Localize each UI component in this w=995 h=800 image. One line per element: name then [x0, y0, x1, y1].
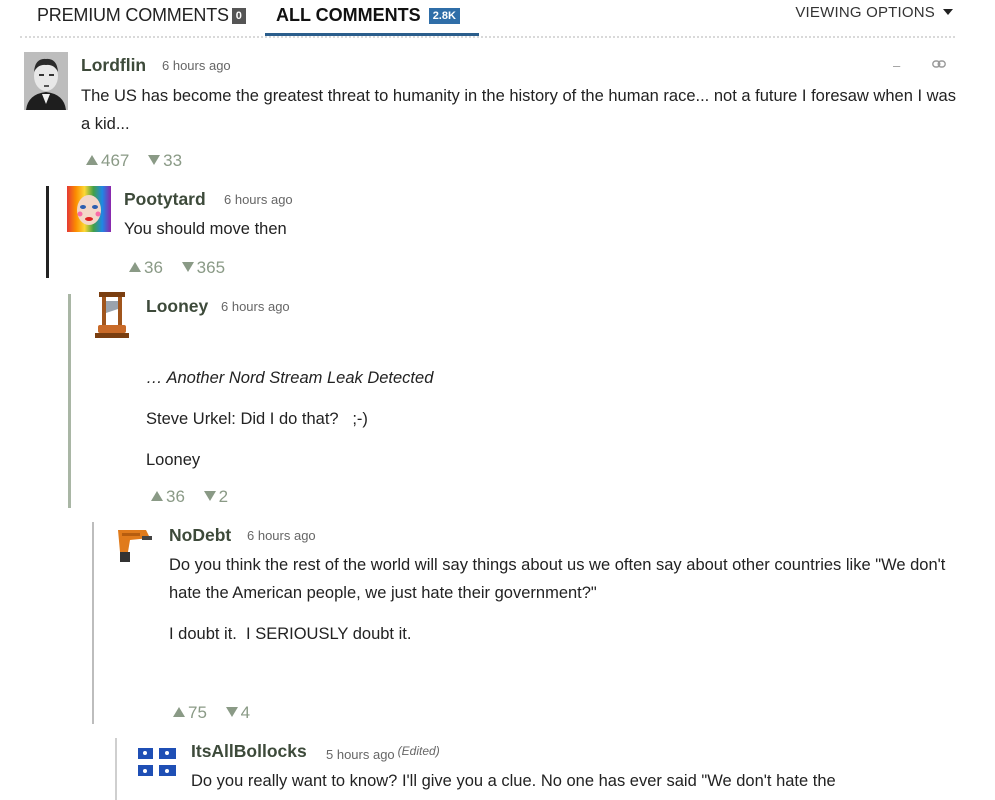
username[interactable]: Looney	[146, 296, 208, 317]
timestamp[interactable]: 6 hours ago	[224, 192, 293, 207]
avatar[interactable]	[136, 744, 180, 780]
thread-line[interactable]	[92, 522, 94, 724]
comment-body: You should move then	[124, 215, 944, 243]
arrow-down-icon	[181, 262, 194, 272]
vote-controls: 36 365	[129, 258, 239, 278]
upvote-button[interactable]: 75	[173, 703, 207, 723]
arrow-down-icon	[203, 491, 216, 501]
collapse-button[interactable]: –	[893, 58, 900, 73]
comment-paragraph: Looney	[146, 451, 201, 469]
username[interactable]: Lordflin	[81, 55, 146, 76]
viewing-options-label: VIEWING OPTIONS	[795, 4, 935, 21]
downvote-count: 33	[163, 151, 183, 170]
comment-body: The US has become the greatest threat to…	[81, 82, 961, 138]
timestamp-link[interactable]: 5 hours ago	[326, 747, 395, 762]
comment-body: Do you really want to know? I'll give yo…	[191, 767, 961, 795]
portrait-avatar-icon	[24, 52, 68, 110]
downvote-button[interactable]: 4	[225, 703, 251, 723]
downvote-count: 4	[240, 703, 251, 722]
tab-premium-label: PREMIUM COMMENTS	[37, 5, 229, 25]
flag-icon	[138, 748, 176, 776]
comment-paragraph: Do you really want to know? I'll give yo…	[191, 772, 836, 790]
tab-all-comments[interactable]: ALL COMMENTS 2.8K	[276, 4, 460, 26]
downvote-button[interactable]: 2	[203, 487, 229, 507]
comment-body: Do you think the rest of the world will …	[169, 551, 959, 648]
vote-controls: 75 4	[173, 703, 264, 723]
upvote-count: 75	[188, 703, 207, 722]
timestamp[interactable]: 6 hours ago	[247, 528, 316, 543]
comment-paragraph: … Another Nord Stream Leak Detected	[146, 369, 434, 387]
guillotine-icon	[95, 292, 129, 338]
rainbow-face-avatar-icon	[67, 186, 111, 232]
thread-line[interactable]	[68, 294, 71, 508]
vote-controls: 467 33	[86, 151, 196, 171]
comment-paragraph: Do you think the rest of the world will …	[169, 556, 946, 602]
upvote-count: 36	[166, 487, 185, 506]
arrow-down-icon	[148, 155, 161, 165]
comment-body: … Another Nord Stream Leak Detected Stev…	[146, 364, 946, 474]
thread-line[interactable]	[46, 186, 49, 278]
nail-gun-icon	[118, 530, 152, 562]
comments-header: PREMIUM COMMENTS 0 ALL COMMENTS 2.8K VIEW…	[0, 0, 995, 40]
arrow-down-icon	[225, 707, 238, 717]
upvote-button[interactable]: 36	[151, 487, 185, 507]
username[interactable]: NoDebt	[169, 525, 231, 546]
arrow-up-icon	[86, 155, 98, 165]
avatar[interactable]	[112, 522, 156, 566]
comment-paragraph: The US has become the greatest threat to…	[81, 87, 956, 133]
chevron-down-icon	[943, 9, 953, 15]
comment-paragraph: You should move then	[124, 220, 287, 238]
premium-count-badge: 0	[231, 8, 246, 24]
tab-premium-comments[interactable]: PREMIUM COMMENTS 0	[37, 4, 246, 26]
downvote-count: 2	[218, 487, 229, 506]
comment-paragraph: I doubt it. I SERIOUSLY doubt it.	[169, 625, 412, 643]
thread-line[interactable]	[115, 738, 117, 800]
edited-label: (Edited)	[397, 744, 440, 758]
upvote-count: 36	[144, 258, 163, 277]
timestamp: 5 hours ago (Edited)	[326, 744, 440, 762]
avatar[interactable]	[67, 186, 111, 232]
link-icon[interactable]	[932, 57, 946, 72]
username[interactable]: Pootytard	[124, 189, 206, 210]
all-count-badge: 2.8K	[428, 8, 460, 24]
downvote-button[interactable]: 365	[181, 258, 226, 278]
timestamp[interactable]: 6 hours ago	[221, 299, 290, 314]
header-divider	[20, 36, 955, 38]
avatar[interactable]	[24, 52, 68, 110]
arrow-up-icon	[173, 707, 185, 717]
active-tab-indicator	[265, 33, 479, 36]
viewing-options-dropdown[interactable]: VIEWING OPTIONS	[795, 4, 953, 21]
tab-all-label: ALL COMMENTS	[276, 5, 421, 25]
downvote-button[interactable]: 33	[148, 151, 182, 171]
arrow-up-icon	[129, 262, 141, 272]
upvote-button[interactable]: 36	[129, 258, 163, 278]
vote-controls: 36 2	[151, 487, 242, 507]
arrow-up-icon	[151, 491, 163, 501]
timestamp[interactable]: 6 hours ago	[162, 58, 231, 73]
downvote-count: 365	[196, 258, 226, 277]
comment-paragraph: Steve Urkel: Did I do that? ;-)	[146, 410, 368, 428]
avatar[interactable]	[90, 291, 134, 341]
upvote-button[interactable]: 467	[86, 151, 129, 171]
username[interactable]: ItsAllBollocks	[191, 741, 307, 762]
upvote-count: 467	[101, 151, 130, 170]
